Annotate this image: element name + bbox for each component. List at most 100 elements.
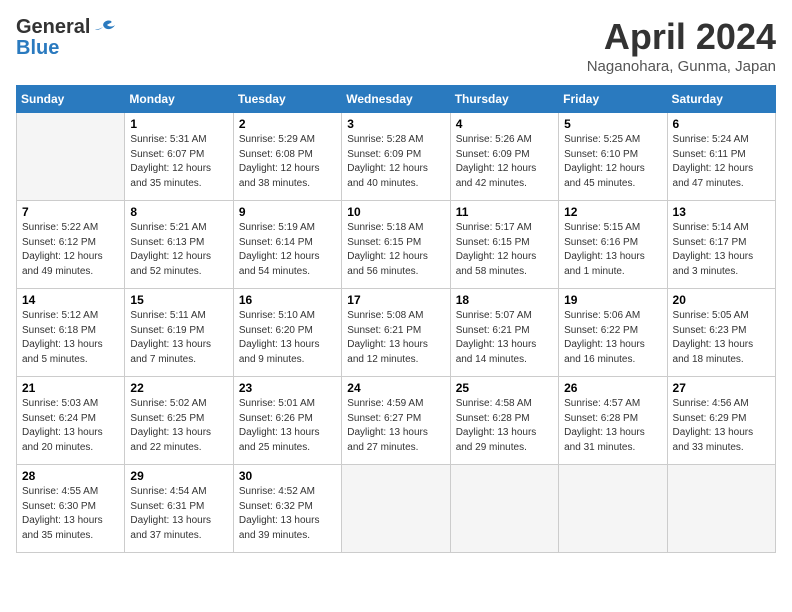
logo-general-text: General	[16, 16, 90, 39]
logo-blue-text: Blue	[16, 37, 59, 60]
day-info: Sunrise: 5:29 AM Sunset: 6:08 PM Dayligh…	[239, 133, 336, 191]
calendar-cell	[667, 465, 775, 553]
day-number: 23	[239, 381, 336, 395]
day-number: 18	[456, 293, 553, 307]
day-number: 6	[673, 117, 770, 131]
calendar-cell: 1Sunrise: 5:31 AM Sunset: 6:07 PM Daylig…	[125, 113, 233, 201]
calendar-week-row: 7 Sunrise: 5:22 AM Sunset: 6:12 PM Daylig…	[17, 201, 776, 289]
day-info: Sunrise: 5:15 AM Sunset: 6:16 PM Dayligh…	[564, 221, 661, 279]
day-info: Sunrise: 5:28 AM Sunset: 6:09 PM Dayligh…	[347, 133, 444, 191]
day-number: 29	[130, 469, 227, 483]
calendar-cell: 15Sunrise: 5:11 AM Sunset: 6:19 PM Dayli…	[125, 289, 233, 377]
calendar-cell: 22 Sunrise: 5:02 AM Sunset: 6:25 PM Dayli…	[125, 377, 233, 465]
logo-bird-icon	[93, 19, 115, 37]
calendar-cell: 9 Sunrise: 5:19 AM Sunset: 6:14 PM Daylig…	[233, 201, 341, 289]
day-info: Sunrise: 5:12 AM Sunset: 6:18 PM Dayligh…	[22, 309, 119, 367]
calendar-cell: 12 Sunrise: 5:15 AM Sunset: 6:16 PM Dayli…	[559, 201, 667, 289]
day-info: Sunrise: 5:03 AM Sunset: 6:24 PM Dayligh…	[22, 397, 119, 455]
calendar-cell: 21Sunrise: 5:03 AM Sunset: 6:24 PM Dayli…	[17, 377, 125, 465]
location: Naganohara, Gunma, Japan	[587, 58, 776, 75]
title-area: April 2024 Naganohara, Gunma, Japan	[587, 16, 776, 75]
calendar-cell: 29 Sunrise: 4:54 AM Sunset: 6:31 PM Dayli…	[125, 465, 233, 553]
calendar-cell: 24 Sunrise: 4:59 AM Sunset: 6:27 PM Dayli…	[342, 377, 450, 465]
day-number: 4	[456, 117, 553, 131]
day-number: 15	[130, 293, 227, 307]
day-number: 16	[239, 293, 336, 307]
day-info: Sunrise: 5:21 AM Sunset: 6:13 PM Dayligh…	[130, 221, 227, 279]
calendar-header-thursday: Thursday	[450, 86, 558, 113]
calendar-cell	[559, 465, 667, 553]
day-info: Sunrise: 5:06 AM Sunset: 6:22 PM Dayligh…	[564, 309, 661, 367]
day-info: Sunrise: 5:01 AM Sunset: 6:26 PM Dayligh…	[239, 397, 336, 455]
day-number: 25	[456, 381, 553, 395]
calendar-header-tuesday: Tuesday	[233, 86, 341, 113]
logo: General Blue	[16, 16, 115, 60]
day-info: Sunrise: 5:18 AM Sunset: 6:15 PM Dayligh…	[347, 221, 444, 279]
calendar-cell: 30 Sunrise: 4:52 AM Sunset: 6:32 PM Dayli…	[233, 465, 341, 553]
day-number: 30	[239, 469, 336, 483]
calendar-cell: 20 Sunrise: 5:05 AM Sunset: 6:23 PM Dayli…	[667, 289, 775, 377]
calendar-week-row: 14Sunrise: 5:12 AM Sunset: 6:18 PM Dayli…	[17, 289, 776, 377]
day-info: Sunrise: 5:31 AM Sunset: 6:07 PM Dayligh…	[130, 133, 227, 191]
calendar-cell	[450, 465, 558, 553]
calendar-week-row: 21Sunrise: 5:03 AM Sunset: 6:24 PM Dayli…	[17, 377, 776, 465]
calendar-week-row: 28Sunrise: 4:55 AM Sunset: 6:30 PM Dayli…	[17, 465, 776, 553]
day-number: 9	[239, 205, 336, 219]
day-info: Sunrise: 5:22 AM Sunset: 6:12 PM Dayligh…	[22, 221, 119, 279]
day-info: Sunrise: 5:02 AM Sunset: 6:25 PM Dayligh…	[130, 397, 227, 455]
day-info: Sunrise: 4:58 AM Sunset: 6:28 PM Dayligh…	[456, 397, 553, 455]
day-info: Sunrise: 5:08 AM Sunset: 6:21 PM Dayligh…	[347, 309, 444, 367]
day-info: Sunrise: 5:26 AM Sunset: 6:09 PM Dayligh…	[456, 133, 553, 191]
day-info: Sunrise: 5:19 AM Sunset: 6:14 PM Dayligh…	[239, 221, 336, 279]
calendar-cell: 18 Sunrise: 5:07 AM Sunset: 6:21 PM Dayli…	[450, 289, 558, 377]
calendar-cell: 6 Sunrise: 5:24 AM Sunset: 6:11 PM Daylig…	[667, 113, 775, 201]
day-info: Sunrise: 4:52 AM Sunset: 6:32 PM Dayligh…	[239, 485, 336, 543]
calendar-header-saturday: Saturday	[667, 86, 775, 113]
month-title: April 2024	[587, 16, 776, 58]
calendar-cell	[342, 465, 450, 553]
calendar-cell: 13 Sunrise: 5:14 AM Sunset: 6:17 PM Dayli…	[667, 201, 775, 289]
calendar-cell: 10 Sunrise: 5:18 AM Sunset: 6:15 PM Dayli…	[342, 201, 450, 289]
day-number: 26	[564, 381, 661, 395]
day-number: 8	[130, 205, 227, 219]
day-info: Sunrise: 5:05 AM Sunset: 6:23 PM Dayligh…	[673, 309, 770, 367]
day-info: Sunrise: 5:25 AM Sunset: 6:10 PM Dayligh…	[564, 133, 661, 191]
day-number: 13	[673, 205, 770, 219]
calendar-cell: 14Sunrise: 5:12 AM Sunset: 6:18 PM Dayli…	[17, 289, 125, 377]
day-number: 20	[673, 293, 770, 307]
day-number: 7	[22, 205, 119, 219]
day-number: 19	[564, 293, 661, 307]
day-number: 2	[239, 117, 336, 131]
calendar-cell: 7 Sunrise: 5:22 AM Sunset: 6:12 PM Daylig…	[17, 201, 125, 289]
calendar-header-monday: Monday	[125, 86, 233, 113]
day-info: Sunrise: 4:55 AM Sunset: 6:30 PM Dayligh…	[22, 485, 119, 543]
day-info: Sunrise: 4:54 AM Sunset: 6:31 PM Dayligh…	[130, 485, 227, 543]
day-info: Sunrise: 5:14 AM Sunset: 6:17 PM Dayligh…	[673, 221, 770, 279]
day-number: 11	[456, 205, 553, 219]
calendar-table: SundayMondayTuesdayWednesdayThursdayFrid…	[16, 85, 776, 553]
calendar-cell: 2 Sunrise: 5:29 AM Sunset: 6:08 PM Daylig…	[233, 113, 341, 201]
day-info: Sunrise: 4:59 AM Sunset: 6:27 PM Dayligh…	[347, 397, 444, 455]
day-number: 10	[347, 205, 444, 219]
calendar-cell: 26 Sunrise: 4:57 AM Sunset: 6:28 PM Dayli…	[559, 377, 667, 465]
calendar-cell: 11Sunrise: 5:17 AM Sunset: 6:15 PM Dayli…	[450, 201, 558, 289]
calendar-cell: 28Sunrise: 4:55 AM Sunset: 6:30 PM Dayli…	[17, 465, 125, 553]
calendar-cell: 3 Sunrise: 5:28 AM Sunset: 6:09 PM Daylig…	[342, 113, 450, 201]
day-info: Sunrise: 5:10 AM Sunset: 6:20 PM Dayligh…	[239, 309, 336, 367]
calendar-cell: 4 Sunrise: 5:26 AM Sunset: 6:09 PM Daylig…	[450, 113, 558, 201]
day-number: 27	[673, 381, 770, 395]
calendar-header-row: SundayMondayTuesdayWednesdayThursdayFrid…	[17, 86, 776, 113]
calendar-cell: 17Sunrise: 5:08 AM Sunset: 6:21 PM Dayli…	[342, 289, 450, 377]
day-info: Sunrise: 4:57 AM Sunset: 6:28 PM Dayligh…	[564, 397, 661, 455]
day-info: Sunrise: 5:24 AM Sunset: 6:11 PM Dayligh…	[673, 133, 770, 191]
day-info: Sunrise: 5:07 AM Sunset: 6:21 PM Dayligh…	[456, 309, 553, 367]
day-number: 24	[347, 381, 444, 395]
day-number: 22	[130, 381, 227, 395]
calendar-week-row: 1Sunrise: 5:31 AM Sunset: 6:07 PM Daylig…	[17, 113, 776, 201]
calendar-cell: 27Sunrise: 4:56 AM Sunset: 6:29 PM Dayli…	[667, 377, 775, 465]
day-number: 5	[564, 117, 661, 131]
day-number: 3	[347, 117, 444, 131]
calendar-cell: 25 Sunrise: 4:58 AM Sunset: 6:28 PM Dayli…	[450, 377, 558, 465]
calendar-cell: 23 Sunrise: 5:01 AM Sunset: 6:26 PM Dayli…	[233, 377, 341, 465]
day-number: 12	[564, 205, 661, 219]
